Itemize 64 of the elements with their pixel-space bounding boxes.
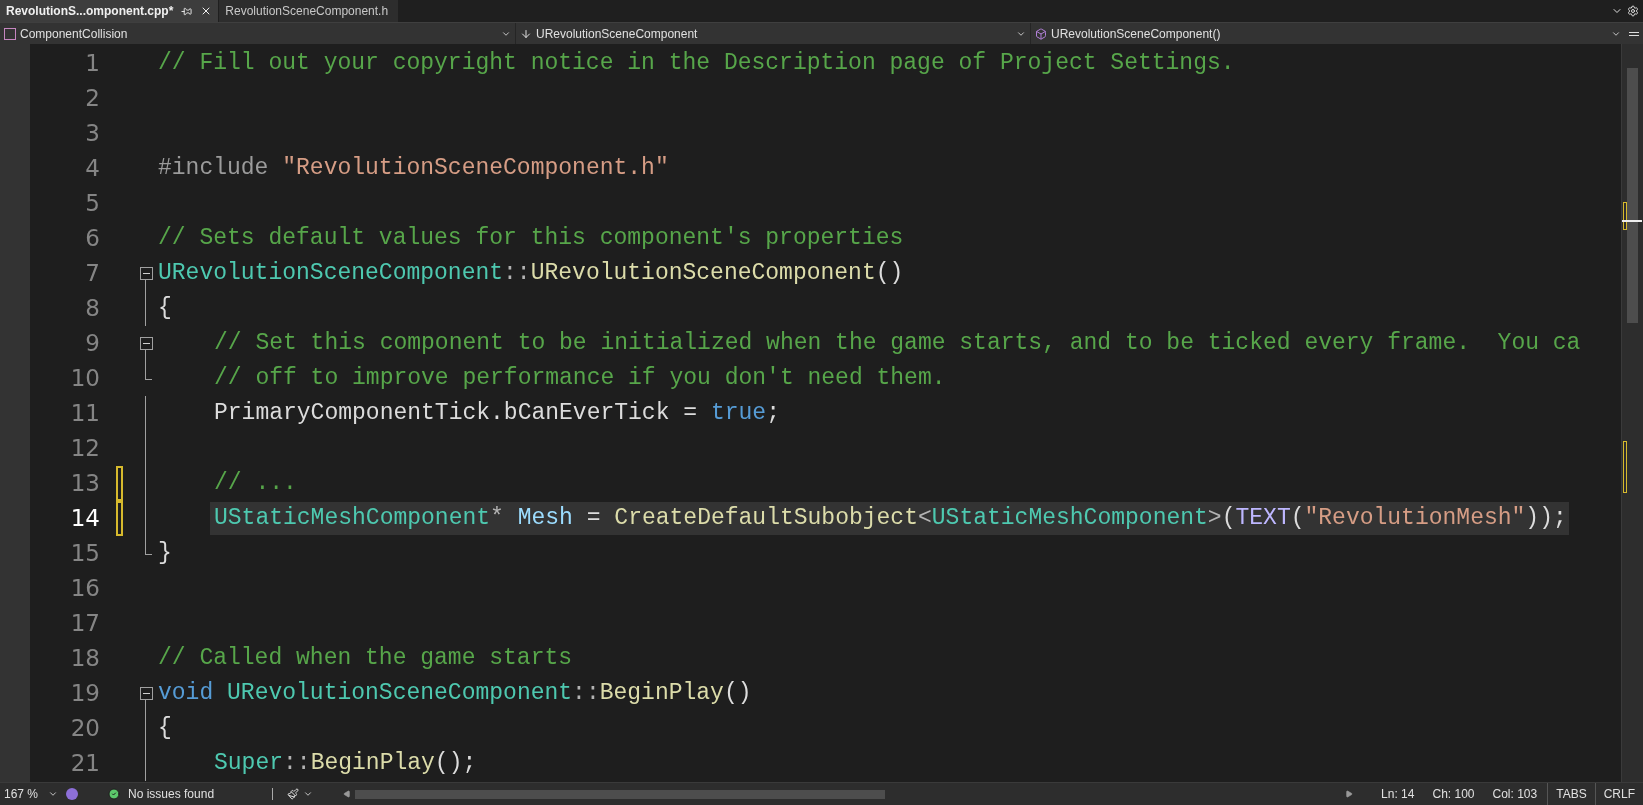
line-number: 21 (69, 749, 100, 778)
issues-status[interactable]: No issues found (108, 785, 258, 803)
project-icon (4, 27, 16, 40)
line-number: 15 (69, 539, 100, 568)
line-number: 9 (84, 329, 100, 358)
code-line: { (157, 714, 172, 743)
line-number: 7 (84, 259, 100, 288)
code-line: // Set this component to be initialized when the game starts, and to be ticked every frame. You ca (213, 329, 1581, 358)
scroll-right-icon[interactable] (1345, 790, 1353, 798)
line-number: 1 (84, 49, 100, 78)
char-indicator[interactable]: Ch: 100 (1432, 785, 1475, 803)
line-number: 19 (69, 679, 100, 708)
line-number: 13 (69, 469, 100, 498)
file-tab[interactable]: RevolutionS...omponent.cpp* (0, 0, 219, 22)
code-line: // Called when the game starts (157, 644, 573, 673)
line-number: 11 (69, 399, 100, 428)
indent-indicator[interactable]: TABS (1547, 783, 1596, 805)
brush-icon (287, 788, 299, 800)
line-number: 5 (84, 189, 100, 218)
settings-icon[interactable] (1627, 5, 1639, 17)
code-line: void URevolutionSceneComponent::BeginPlay() (157, 679, 752, 708)
scroll-left-icon[interactable] (343, 790, 351, 798)
code-line: #include "RevolutionSceneComponent.h" (157, 154, 669, 183)
caret-icon (303, 789, 313, 799)
code-line: // Fill out your copyright notice in the Description page of Project Settings. (157, 49, 1235, 78)
code-line: Super::BeginPlay(); (213, 749, 477, 778)
line-indicator[interactable]: Ln: 14 (1381, 785, 1415, 803)
code-line: PrimaryComponentTick.bCanEverTick = true; (213, 399, 780, 428)
column-indicator[interactable]: Col: 103 (1492, 785, 1538, 803)
line-number: 12 (69, 434, 100, 463)
member-dropdown[interactable]: URevolutionSceneComponent() (1031, 23, 1625, 44)
code-line: URevolutionSceneComponent::URevolutionSceneComponent() (157, 259, 904, 288)
line-number: 14 (69, 504, 100, 533)
line-number: 8 (84, 294, 100, 323)
file-tab[interactable]: RevolutionSceneComponent.h (219, 0, 399, 22)
code-line: { (157, 294, 172, 323)
code-line: // Sets default values for this component's properties (157, 224, 904, 253)
vertical-scrollbar[interactable] (1621, 44, 1643, 782)
line-number: 18 (69, 644, 100, 673)
line-number: 17 (69, 609, 100, 638)
line-number: 3 (84, 119, 100, 148)
arrow-down-icon (520, 27, 532, 40)
copilot-icon[interactable] (66, 788, 78, 800)
line-number: 10 (69, 364, 100, 393)
line-number: 4 (84, 154, 100, 183)
collapse-icon[interactable] (139, 687, 153, 700)
collapse-icon[interactable] (139, 337, 153, 350)
code-line: } (157, 539, 172, 568)
collapse-icon[interactable] (139, 267, 153, 280)
line-ending-indicator[interactable]: CRLF (1595, 783, 1643, 805)
line-number: 2 (84, 84, 100, 113)
horizontal-scrollbar[interactable] (343, 788, 1353, 800)
pin-icon[interactable] (181, 5, 193, 17)
line-number: 16 (69, 574, 100, 603)
type-dropdown[interactable]: URevolutionSceneComponent (516, 23, 1031, 44)
zoom-dropdown[interactable]: 167 % (0, 785, 62, 803)
code-line: // off to improve performance if you don't need them. (213, 364, 946, 393)
code-cleanup-button[interactable] (287, 788, 313, 800)
line-number: 6 (84, 224, 100, 253)
line-number: 20 (69, 714, 100, 743)
check-icon (108, 788, 120, 800)
caret-icon (48, 789, 58, 799)
code-line: // ... (213, 469, 297, 498)
cube-icon (1035, 27, 1047, 40)
